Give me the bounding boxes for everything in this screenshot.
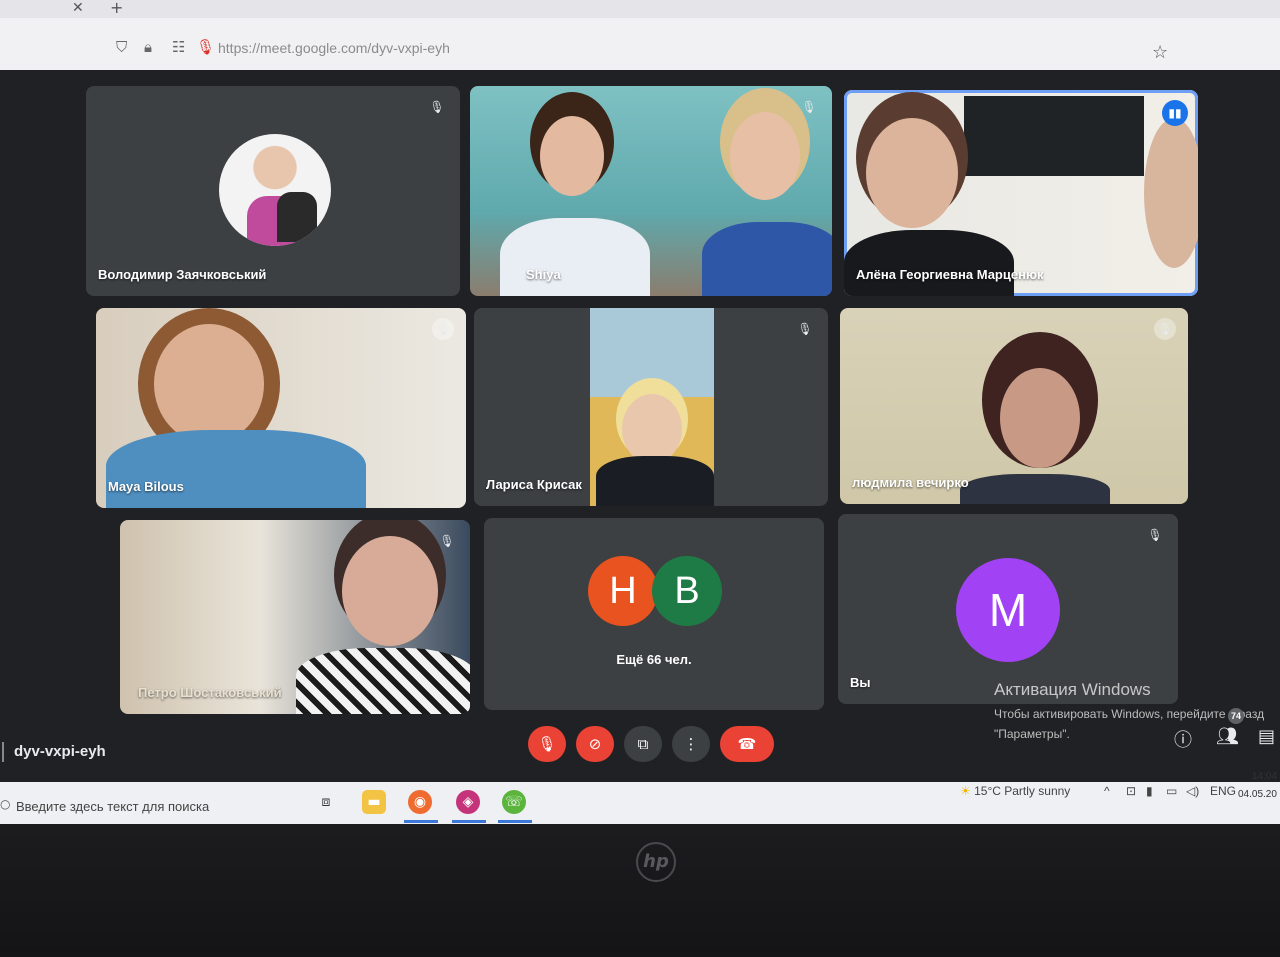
participant-tile[interactable]: 🎙︎ Володимир Заячковський bbox=[86, 86, 460, 296]
camera-off-icon: ⊘ bbox=[588, 735, 602, 753]
tab-close-icon[interactable]: ✕ bbox=[72, 0, 84, 16]
present-icon: ⧉ bbox=[637, 735, 649, 753]
participant-tile[interactable]: 🎙︎ Петро Шостаковський bbox=[120, 520, 470, 714]
participant-name: Алёна Георгиевна Марценюк bbox=[856, 267, 1044, 282]
battery-icon[interactable]: ▮ bbox=[1146, 784, 1153, 798]
file-explorer-icon[interactable]: ▬ bbox=[362, 790, 386, 814]
clock[interactable]: 14:04 04.05.20 bbox=[1238, 768, 1277, 804]
divider bbox=[2, 742, 4, 762]
tab-strip: ✕ + bbox=[0, 0, 1280, 18]
phone-hangup-icon: ☎ bbox=[737, 735, 757, 753]
permissions-icon[interactable]: ☷ bbox=[172, 38, 185, 56]
network-icon[interactable]: ⊡ bbox=[1126, 784, 1136, 798]
hp-logo: hp bbox=[636, 842, 676, 882]
url-text[interactable]: https://meet.google.com/dyv-vxpi-eyh bbox=[218, 40, 450, 56]
mic-off-icon: 🎙︎ bbox=[797, 322, 813, 336]
lock-icon[interactable]: 🔒︎ bbox=[144, 38, 152, 56]
app-icon[interactable]: ◈ bbox=[456, 790, 480, 814]
present-button[interactable]: ⧉ bbox=[624, 726, 662, 762]
participant-tile[interactable]: ▮▮ Алёна Георгиевна Марценюк bbox=[844, 90, 1198, 296]
browser-toolbar: ✕ + ⛉ 🔒︎ ☷ 🎙︎ https://meet.google.com/dy… bbox=[0, 0, 1280, 70]
taskbar: ○ Введите здесь текст для поиска ⧈ ▬ ◉ ◈… bbox=[0, 771, 1280, 824]
active-app-indicator bbox=[404, 820, 438, 823]
clock-time: 14:04 bbox=[1251, 771, 1277, 782]
microphone-icon[interactable]: 🎙︎ bbox=[196, 38, 215, 56]
participant-name: Вы bbox=[850, 675, 871, 690]
more-participants-tile[interactable]: Н В Ещё 66 чел. bbox=[484, 518, 824, 710]
people-icon[interactable]: 👥︎ bbox=[1216, 726, 1239, 747]
active-app-indicator bbox=[498, 820, 532, 823]
mic-off-icon: 🎙︎ bbox=[1154, 318, 1176, 340]
participant-tile[interactable]: 🎙︎ людмила вечирко bbox=[840, 308, 1188, 504]
mic-off-icon: 🎙︎ bbox=[1147, 528, 1163, 542]
mic-off-icon: 🎙︎ bbox=[537, 735, 557, 753]
avatar: В bbox=[652, 556, 722, 626]
chat-icon[interactable]: ▤ bbox=[1258, 726, 1275, 747]
more-vert-icon: ⋮ bbox=[683, 735, 699, 753]
avatar: Н bbox=[588, 556, 658, 626]
participant-name: Володимир Заячковський bbox=[98, 267, 267, 282]
meeting-code: dyv-vxpi-eyh bbox=[14, 743, 106, 760]
speaking-indicator-icon: ▮▮ bbox=[1162, 100, 1188, 126]
participant-name: Петро Шостаковський bbox=[138, 685, 282, 700]
avatar bbox=[219, 134, 331, 246]
taskbar-search-input[interactable]: Введите здесь текст для поиска bbox=[16, 799, 209, 814]
search-icon[interactable]: ○ bbox=[0, 797, 10, 811]
mic-off-icon: 🎙︎ bbox=[432, 318, 454, 340]
language-indicator[interactable]: ENG bbox=[1210, 784, 1236, 798]
participant-tile[interactable]: 🎙︎ Shiya bbox=[470, 86, 832, 296]
viber-icon[interactable]: ☏ bbox=[502, 790, 526, 814]
active-app-indicator bbox=[452, 820, 486, 823]
meet-stage: 🎙︎ Володимир Заячковський 🎙︎ Shiya ▮▮ Ал… bbox=[0, 70, 1280, 782]
shield-icon[interactable]: ⛉ bbox=[116, 38, 127, 56]
volume-icon[interactable]: ◁) bbox=[1186, 784, 1199, 798]
bookmark-star-icon[interactable]: ☆ bbox=[1152, 42, 1168, 63]
firefox-icon[interactable]: ◉ bbox=[408, 790, 432, 814]
more-participants-label: Ещё 66 чел. bbox=[616, 652, 692, 667]
hang-up-button[interactable]: ☎ bbox=[720, 726, 774, 762]
info-icon[interactable]: ⓘ bbox=[1174, 726, 1192, 752]
participant-tile[interactable]: 🎙︎ Maya Bilous bbox=[96, 308, 466, 508]
new-tab-icon[interactable]: + bbox=[110, 0, 123, 17]
participant-tile[interactable]: 🎙︎ Лариса Крисак bbox=[474, 308, 828, 506]
participant-name: Лариса Крисак bbox=[486, 477, 582, 492]
weather-text: 15°C Partly sunny bbox=[974, 784, 1071, 798]
mic-toggle-button[interactable]: 🎙︎ bbox=[528, 726, 566, 762]
mic-off-icon: 🎙︎ bbox=[801, 100, 817, 114]
chevron-up-icon[interactable]: ^ bbox=[1104, 784, 1110, 798]
mic-off-icon: 🎙︎ bbox=[429, 100, 445, 114]
participant-name: Shiya bbox=[526, 267, 561, 282]
laptop-bezel: hp bbox=[0, 824, 1280, 957]
weather-widget[interactable]: ☀ 15°C Partly sunny bbox=[960, 784, 1070, 798]
participant-name: людмила вечирко bbox=[852, 475, 969, 490]
camera-toggle-button[interactable]: ⊘ bbox=[576, 726, 614, 762]
participants-count-badge: 74 bbox=[1228, 708, 1244, 724]
task-view-icon[interactable]: ⧈ bbox=[314, 790, 338, 814]
clock-date: 04.05.20 bbox=[1238, 789, 1277, 800]
display-icon[interactable]: ▭ bbox=[1166, 784, 1177, 798]
sun-icon: ☀ bbox=[960, 784, 971, 798]
more-options-button[interactable]: ⋮ bbox=[672, 726, 710, 762]
self-tile[interactable]: M 🎙︎ Вы bbox=[838, 514, 1178, 704]
mic-off-icon: 🎙︎ bbox=[439, 534, 455, 548]
activation-title: Активация Windows bbox=[994, 680, 1151, 699]
participant-name: Maya Bilous bbox=[108, 479, 184, 494]
address-bar[interactable]: ⛉ 🔒︎ ☷ 🎙︎ https://meet.google.com/dyv-vx… bbox=[100, 30, 1190, 66]
avatar: M bbox=[956, 558, 1060, 662]
